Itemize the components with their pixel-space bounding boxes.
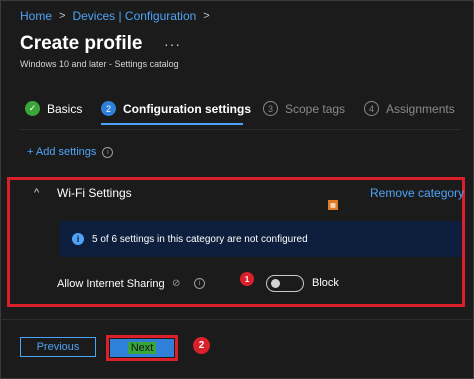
- step-number-4: 4: [364, 101, 379, 116]
- page-title: Create profile: [20, 33, 143, 54]
- step-label-configuration-settings: Configuration settings: [123, 101, 251, 116]
- step-label-basics: Basics: [47, 101, 83, 116]
- step-number-2: 2: [101, 101, 116, 116]
- info-circle-icon: i: [72, 233, 84, 245]
- next-button-label: Next: [127, 342, 157, 354]
- step-configuration-settings[interactable]: 2 Configuration settings: [101, 101, 251, 116]
- previous-button[interactable]: Previous: [20, 337, 96, 357]
- info-icon: i: [102, 146, 114, 158]
- sync-disabled-icon: ⊘: [172, 278, 181, 289]
- setting-label-allow-internet-sharing: Allow Internet Sharing: [57, 278, 165, 290]
- step-assignments[interactable]: 4 Assignments: [364, 101, 455, 116]
- checkmark-icon: ✓: [25, 101, 40, 116]
- info-banner-text: 5 of 6 settings in this category are not…: [92, 233, 308, 245]
- breadcrumb: Home > Devices | Configuration >: [20, 9, 210, 23]
- breadcrumb-devices-configuration[interactable]: Devices | Configuration: [72, 9, 196, 23]
- toggle-state-label: Block: [312, 277, 339, 289]
- more-options-icon[interactable]: ···: [164, 36, 181, 52]
- step-basics[interactable]: ✓ Basics: [25, 101, 82, 116]
- breadcrumb-separator: >: [59, 10, 66, 22]
- info-banner: i 5 of 6 settings in this category are n…: [60, 221, 462, 257]
- step-scope-tags[interactable]: 3 Scope tags: [263, 101, 345, 116]
- step-label-assignments: Assignments: [386, 101, 455, 116]
- next-button[interactable]: Next: [110, 339, 174, 357]
- remove-category-link[interactable]: Remove category: [370, 186, 464, 200]
- step-number-3: 3: [263, 101, 278, 116]
- add-settings-label: + Add settings: [27, 146, 97, 158]
- footer-divider: [0, 319, 474, 320]
- allow-internet-sharing-toggle[interactable]: [266, 275, 304, 292]
- add-settings-link[interactable]: + Add settings i: [27, 146, 114, 158]
- help-info-icon[interactable]: i: [194, 278, 205, 289]
- steps-divider: [20, 129, 460, 130]
- toggle-knob: [271, 279, 280, 288]
- page-subtitle: Windows 10 and later - Settings catalog: [20, 59, 179, 69]
- breadcrumb-home[interactable]: Home: [20, 9, 52, 23]
- category-title: Wi-Fi Settings: [57, 186, 132, 200]
- annotation-badge-1: 1: [240, 272, 254, 286]
- breadcrumb-separator-trailing: >: [203, 10, 210, 22]
- small-badge-icon: ▦: [328, 200, 338, 210]
- active-step-underline: [101, 123, 243, 125]
- annotation-badge-2: 2: [193, 337, 210, 354]
- chevron-up-icon[interactable]: ^: [34, 187, 39, 199]
- step-label-scope-tags: Scope tags: [285, 101, 346, 116]
